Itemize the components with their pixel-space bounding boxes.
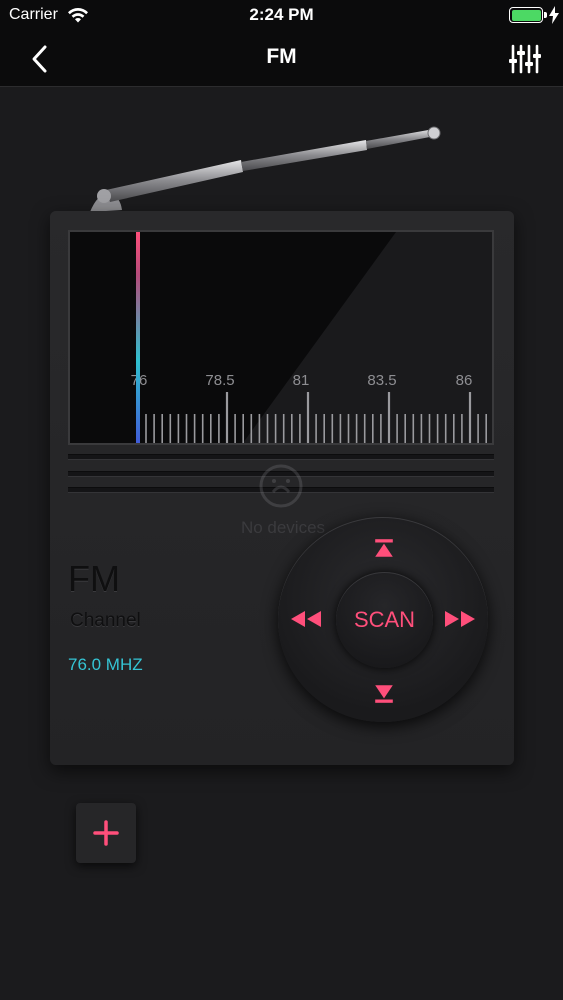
band-label: FM	[68, 558, 120, 599]
tune-down-icon[interactable]	[373, 683, 395, 705]
seek-backward-icon[interactable]	[289, 609, 323, 629]
battery-level	[511, 9, 541, 21]
scan-button[interactable]: SCAN	[336, 572, 433, 668]
page-title: FM	[266, 45, 297, 68]
nav-bar: FM	[0, 30, 563, 87]
frequency-dial[interactable]: 76 78.5 81 83.5 86	[68, 230, 494, 445]
frequency-readout: 76.0 MHZ	[68, 655, 143, 674]
tick-label: 83.5	[367, 372, 397, 389]
charging-bolt-icon	[549, 6, 559, 24]
tuning-needle[interactable]	[136, 232, 140, 443]
battery-icon	[509, 7, 543, 23]
equalizer-sliders-icon[interactable]	[507, 42, 541, 76]
tick-label: 86	[455, 372, 473, 389]
tick-label: 78.5	[205, 372, 235, 389]
speaker-grille-line	[68, 454, 494, 460]
no-device-icon	[259, 464, 303, 508]
plus-icon	[93, 820, 119, 846]
seek-forward-icon[interactable]	[443, 609, 477, 629]
status-bar: Carrier 2:24 PM	[0, 0, 563, 30]
channel-label: Channel	[70, 610, 141, 631]
status-time: 2:24 PM	[249, 5, 314, 24]
dial-ticks	[145, 392, 488, 443]
tick-label: 81	[292, 372, 310, 389]
battery-cap	[544, 12, 547, 18]
add-station-button[interactable]	[76, 803, 136, 863]
antenna	[90, 126, 441, 212]
tune-up-icon[interactable]	[373, 537, 395, 559]
